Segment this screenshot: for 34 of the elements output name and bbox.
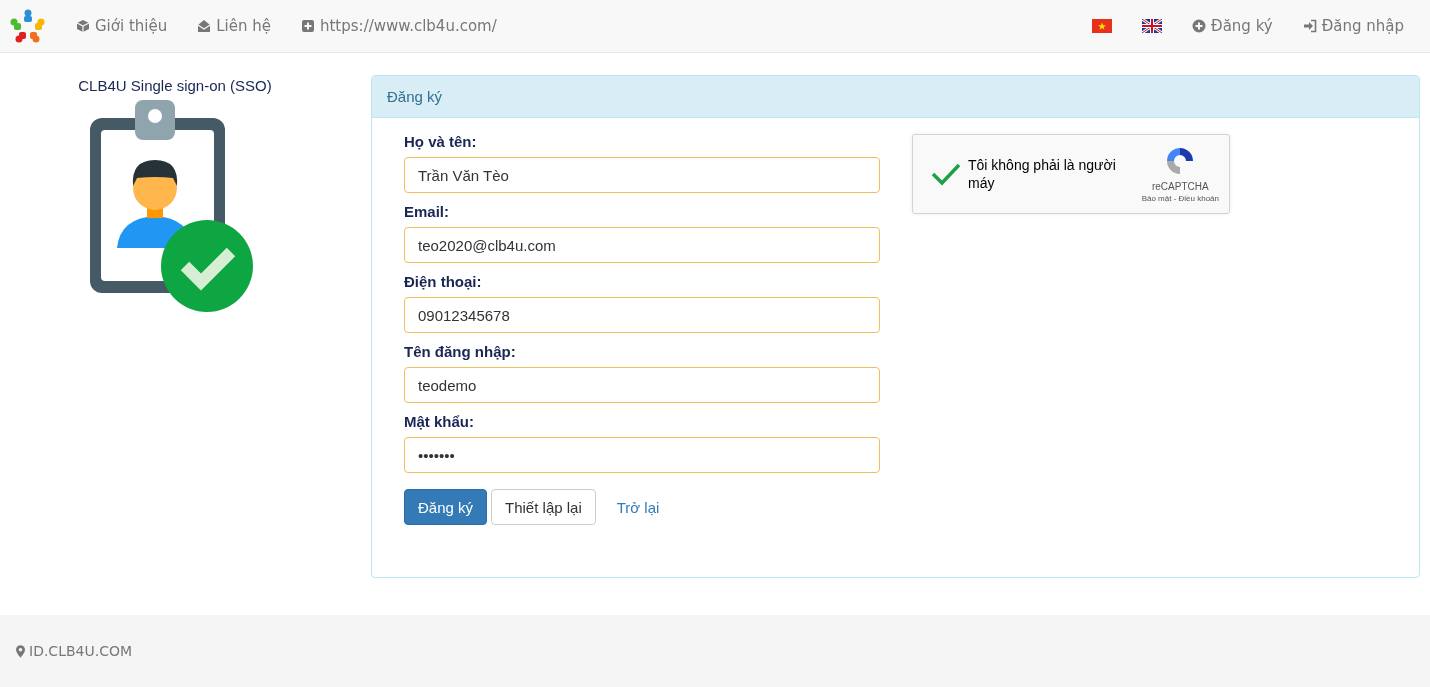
input-field[interactable]: •••••••: [404, 437, 880, 473]
plus-circle-icon: [1192, 19, 1206, 33]
app-title: CLB4U Single sign-on (SSO): [78, 77, 272, 94]
captcha-links[interactable]: Bảo mật - Điều khoản: [1141, 194, 1219, 203]
field-label: Họ và tên:: [404, 133, 478, 150]
map-pin-icon: [16, 644, 25, 658]
nav-link[interactable]: Đăng ký: [1192, 17, 1273, 35]
cube-icon: [76, 19, 90, 33]
uk-flag-icon[interactable]: [1142, 19, 1162, 33]
nav-link[interactable]: Liên hệ: [197, 17, 271, 35]
reset-button[interactable]: Thiết lập lại: [491, 489, 596, 525]
nav-link[interactable]: Đăng nhập: [1302, 17, 1404, 35]
envelope-icon: [197, 19, 212, 33]
nav-link[interactable]: https://www.clb4u.com/: [300, 17, 497, 35]
field-label: Mật khẩu:: [404, 413, 475, 430]
back-link[interactable]: Trở lại: [603, 489, 673, 525]
footer-text: ID.CLB4U.COM: [29, 643, 133, 659]
field-label: Điện thoại:: [404, 273, 483, 290]
input-field[interactable]: teodemo: [404, 367, 880, 403]
logo-icon[interactable]: [10, 8, 46, 44]
panel-title: Đăng ký: [387, 88, 443, 105]
input-field[interactable]: Trần Văn Tèo: [404, 157, 880, 193]
nav-link[interactable]: Giới thiệu: [76, 17, 168, 35]
captcha-label: Tôi không phải là người máy: [968, 156, 1117, 192]
register-button[interactable]: Đăng ký: [404, 489, 488, 525]
login-icon: [1302, 19, 1317, 33]
field-label: Tên đăng nhập:: [404, 343, 517, 360]
input-field[interactable]: 09012345678: [404, 297, 880, 333]
plus-icon: [300, 19, 315, 33]
field-label: Email:: [404, 203, 450, 220]
vietnam-flag-icon[interactable]: [1092, 19, 1112, 33]
captcha-brand: reCAPTCHA: [1151, 181, 1209, 192]
checkmark-icon[interactable]: [931, 162, 961, 186]
input-field[interactable]: teo2020@clb4u.com: [404, 227, 880, 263]
